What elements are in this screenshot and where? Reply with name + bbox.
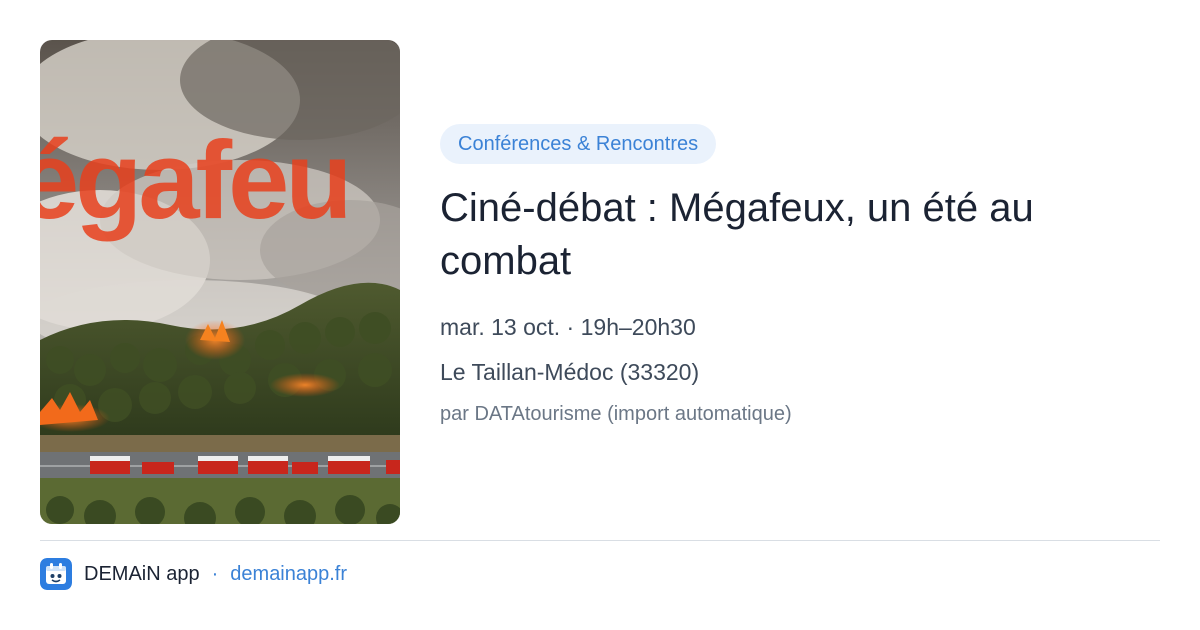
event-source: par DATAtourisme (import automatique) <box>440 403 792 425</box>
event-location: Le Taillan-Médoc (33320) <box>440 359 700 385</box>
demain-app-icon[interactable] <box>40 558 72 590</box>
event-title[interactable]: Ciné-débat : Mégafeux, un été au combat <box>440 182 1140 288</box>
app-name: DEMAiN app <box>84 562 200 585</box>
footer-separator: · <box>211 562 219 585</box>
footer: DEMAiN app · demainapp.fr <box>40 558 347 590</box>
poster-overlay-text: égafeu <box>40 119 349 242</box>
event-poster-image[interactable]: égafeu <box>40 40 400 524</box>
site-domain-link[interactable]: demainapp.fr <box>230 563 347 586</box>
category-badge[interactable]: Conférences & Rencontres <box>440 124 717 164</box>
event-details: Conférences & Rencontres Ciné-débat : Mé… <box>440 124 1160 425</box>
footer-divider <box>40 540 1160 541</box>
event-datetime: mar. 13 oct. · 19h–20h30 <box>440 314 696 340</box>
